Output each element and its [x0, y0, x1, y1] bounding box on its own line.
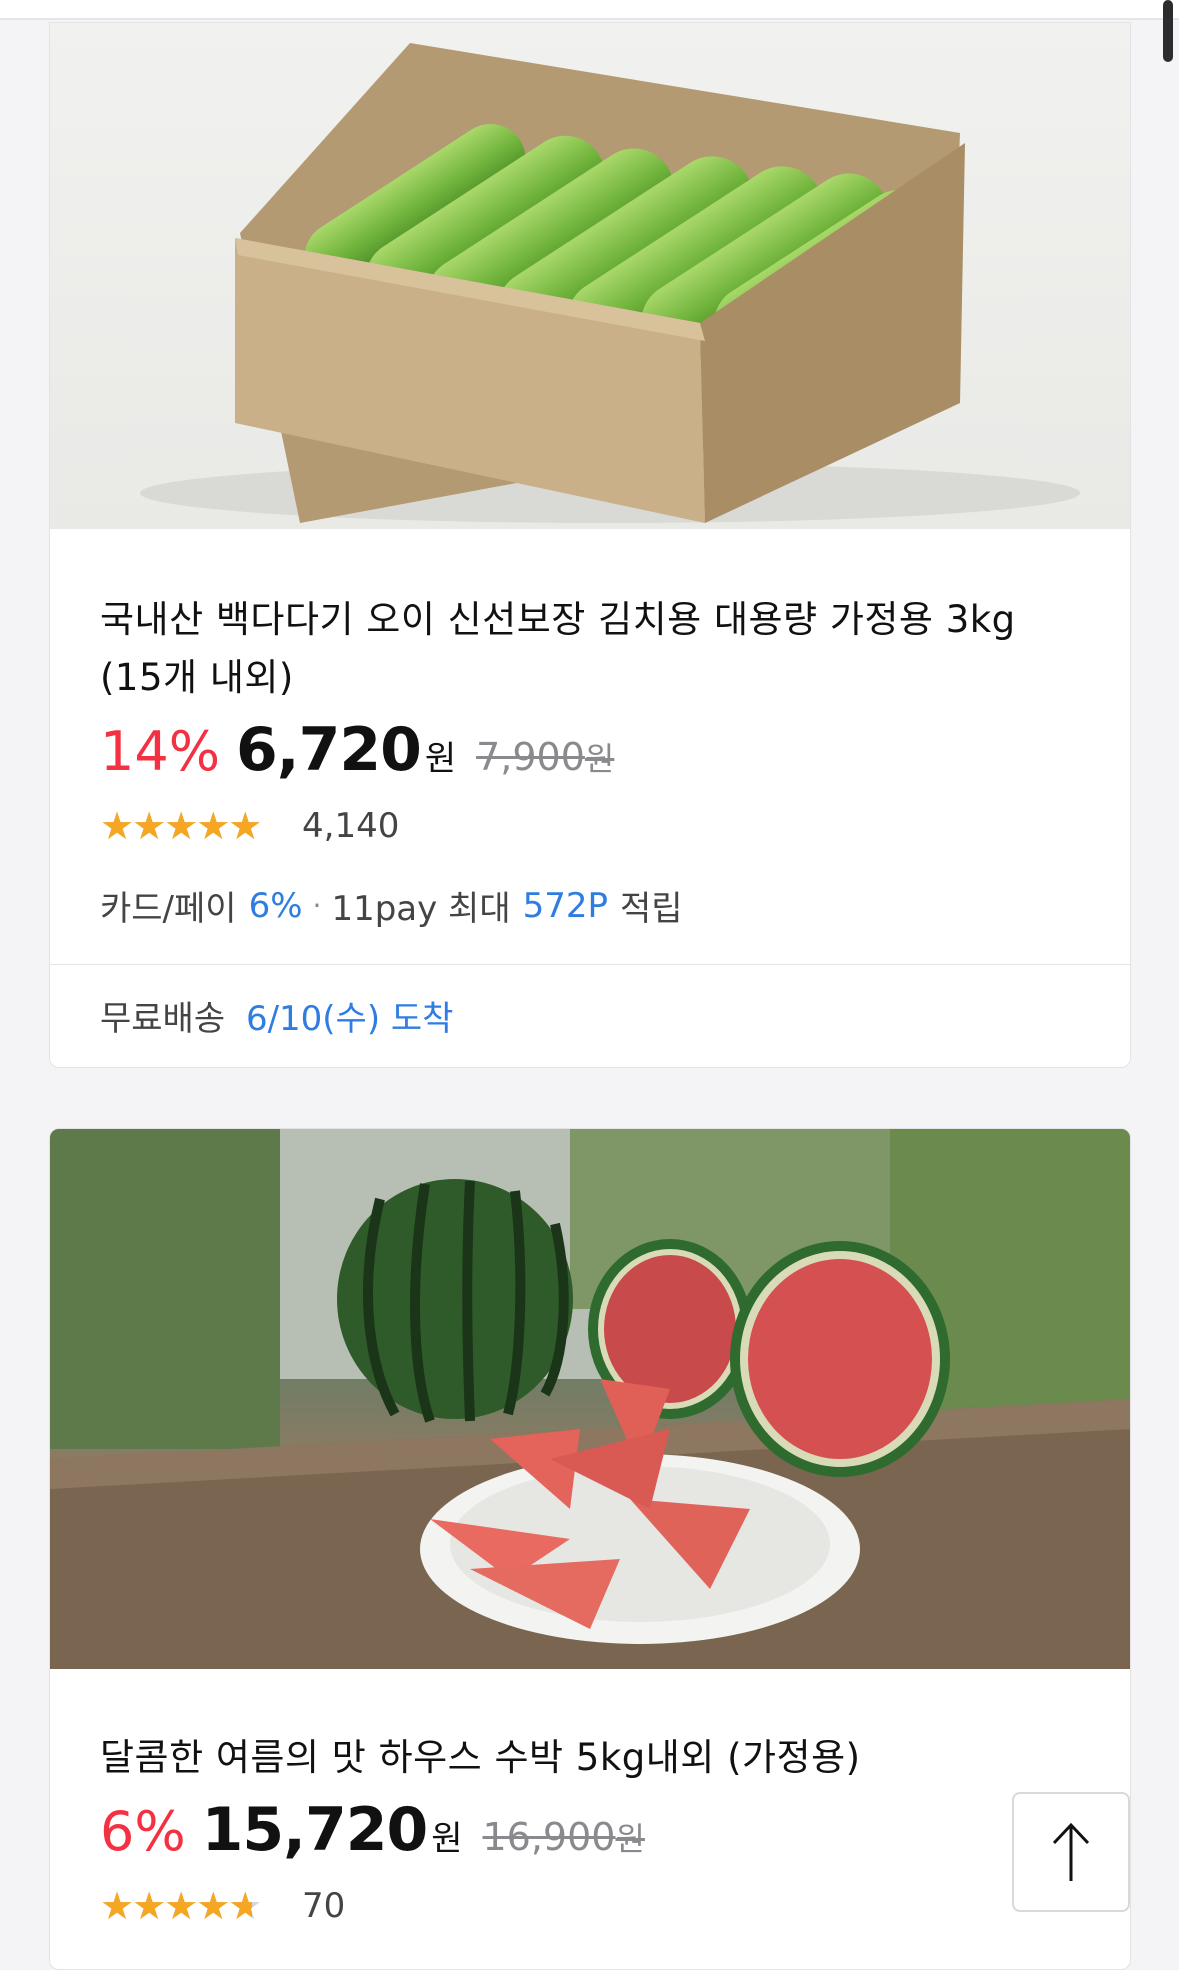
benefit-label: 카드/페이 — [100, 889, 237, 929]
star-rating-icon: ★★★★★ ★★★★★ — [100, 1886, 261, 1926]
price-row: 6% 15,720 원 16,900 원 — [100, 1795, 1080, 1865]
review-count: 70 — [302, 1886, 346, 1926]
watermelon-illustration — [50, 1129, 1130, 1669]
sale-price-currency: 원 — [431, 1819, 463, 1859]
price-row: 14% 6,720 원 7,900 원 — [100, 715, 1080, 785]
discount-rate: 14% — [100, 720, 221, 783]
points-amount: 572P — [522, 885, 609, 926]
product-image-cucumbers[interactable] — [50, 23, 1130, 529]
product-image-watermelon[interactable] — [50, 1129, 1130, 1669]
product-title[interactable]: 달콤한 여름의 맛 하우스 수박 5kg내외 (가정용) — [100, 1729, 1080, 1787]
arrow-up-icon — [1052, 1822, 1090, 1881]
product-title[interactable]: 국내산 백다다기 오이 신선보장 김치용 대용량 가정용 3kg (15개 내외… — [100, 591, 1080, 707]
benefit-info: 카드/페이 6% · 11pay 최대 572P 적립 — [100, 881, 1080, 930]
scroll-to-top-button[interactable] — [1012, 1792, 1130, 1912]
separator-dot: · — [312, 889, 322, 922]
top-bar — [0, 0, 1179, 20]
card-rate: 6% — [248, 885, 303, 926]
sale-price: 6,720 — [236, 715, 422, 785]
cucumber-box-illustration — [140, 43, 1080, 523]
rating-row: ★★★★★ ★★★★★ 70 — [100, 1881, 1080, 1931]
discount-rate: 6% — [100, 1800, 186, 1863]
product-card[interactable]: 국내산 백다다기 오이 신선보장 김치용 대용량 가정용 3kg (15개 내외… — [49, 22, 1131, 1068]
scrollbar[interactable] — [1163, 0, 1173, 62]
sale-price-currency: 원 — [424, 739, 457, 779]
shipping-label: 무료배송 — [100, 999, 226, 1039]
original-price: 7,900 — [476, 735, 585, 779]
original-price: 16,900 — [482, 1815, 616, 1859]
star-rating-icon: ★★★★★ ★★★★★ — [100, 806, 262, 846]
review-count: 4,140 — [302, 806, 400, 846]
sale-price: 15,720 — [201, 1795, 429, 1865]
pay-label: 11pay 최대 — [331, 889, 511, 929]
shipping-info: 무료배송 6/10(수) 도착 — [50, 965, 1130, 1040]
arrival-date: 6/10(수) 도착 — [245, 999, 454, 1039]
points-suffix: 적립 — [620, 889, 683, 929]
original-price-currency: 원 — [615, 1820, 645, 1858]
product-card[interactable]: 달콤한 여름의 맛 하우스 수박 5kg내외 (가정용) 6% 15,720 원… — [49, 1128, 1131, 1970]
rating-row: ★★★★★ ★★★★★ 4,140 — [100, 801, 1080, 851]
original-price-currency: 원 — [584, 740, 615, 778]
